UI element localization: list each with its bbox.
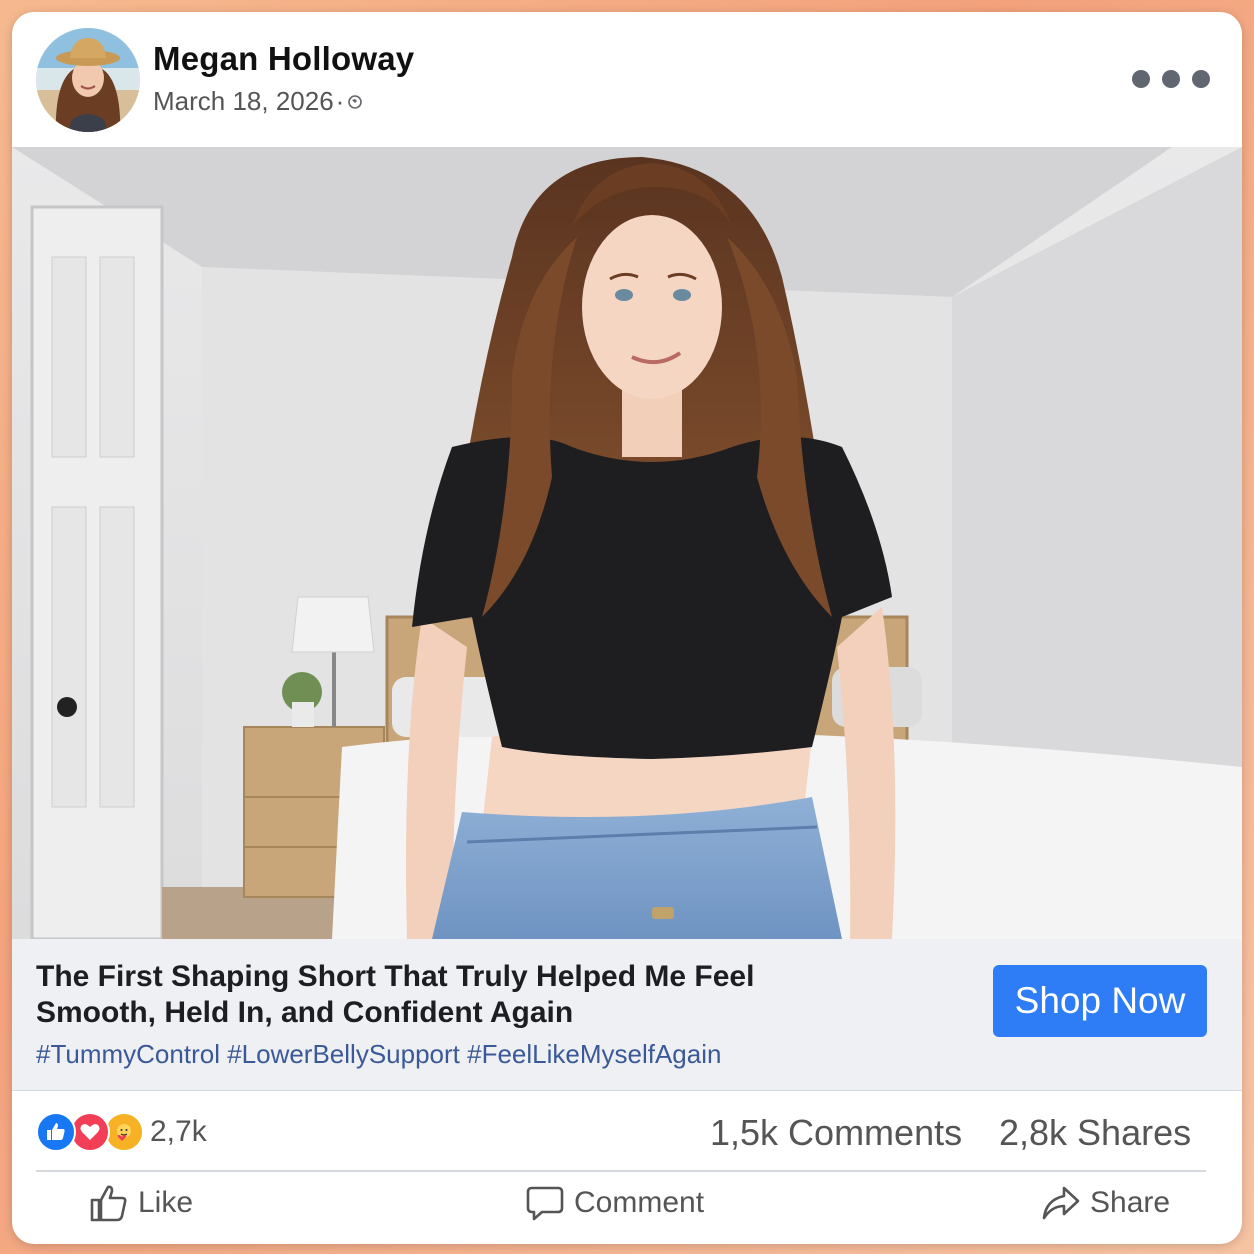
share-button[interactable]: Share: [1040, 1182, 1170, 1224]
like-button[interactable]: Like: [88, 1182, 193, 1224]
ad-caption: The First Shaping Short That Truly Helpe…: [12, 939, 1242, 1091]
reaction-count: 2,7k: [150, 1115, 207, 1148]
more-dot: [1162, 70, 1180, 88]
shop-now-button[interactable]: Shop Now: [993, 965, 1207, 1037]
ad-headline-line1: The First Shaping Short That Truly Helpe…: [36, 960, 755, 993]
like-reaction-icon: [36, 1112, 76, 1152]
comments-count[interactable]: 1,5k Comments: [710, 1112, 962, 1154]
share-label: Share: [1090, 1186, 1171, 1219]
post-actions: Like Comment Share: [12, 1172, 1242, 1244]
ad-headline: The First Shaping Short That Truly Helpe…: [36, 959, 936, 1031]
post-photo[interactable]: [12, 147, 1242, 939]
more-options-icon[interactable]: [1132, 70, 1210, 88]
shares-count[interactable]: 2,8k Shares: [999, 1112, 1191, 1154]
social-post-card: Megan Holloway March 18, 2026 · The Firs…: [12, 12, 1242, 1244]
like-label: Like: [138, 1186, 194, 1219]
love-reaction-icon: [70, 1112, 110, 1152]
care-reaction-icon: [104, 1112, 144, 1152]
comment-bubble-icon: [526, 1186, 564, 1221]
thumbs-up-icon: [90, 1185, 127, 1222]
ad-hashtags[interactable]: #TummyControl #LowerBellySupport #FeelLi…: [36, 1039, 721, 1070]
engagement-stats: 2,7k 1,5k Comments 2,8k Shares: [12, 1092, 1242, 1170]
more-dot: [1132, 70, 1150, 88]
comment-button[interactable]: Comment: [524, 1182, 704, 1224]
comment-label: Comment: [574, 1186, 705, 1219]
share-arrow-icon: [1042, 1186, 1080, 1220]
post-timestamp: March 18, 2026 ·: [153, 86, 363, 117]
reactions-summary[interactable]: 2,7k: [36, 1112, 207, 1152]
ad-headline-line2: Smooth, Held In, and Confident Again: [36, 996, 574, 1029]
post-header: Megan Holloway March 18, 2026 ·: [12, 12, 1242, 147]
date-separator: ·: [335, 86, 345, 116]
author-avatar[interactable]: [36, 28, 140, 132]
post-date: March 18, 2026: [153, 86, 334, 116]
more-dot: [1192, 70, 1210, 88]
globe-icon: [348, 94, 363, 109]
author-name[interactable]: Megan Holloway: [153, 40, 414, 78]
